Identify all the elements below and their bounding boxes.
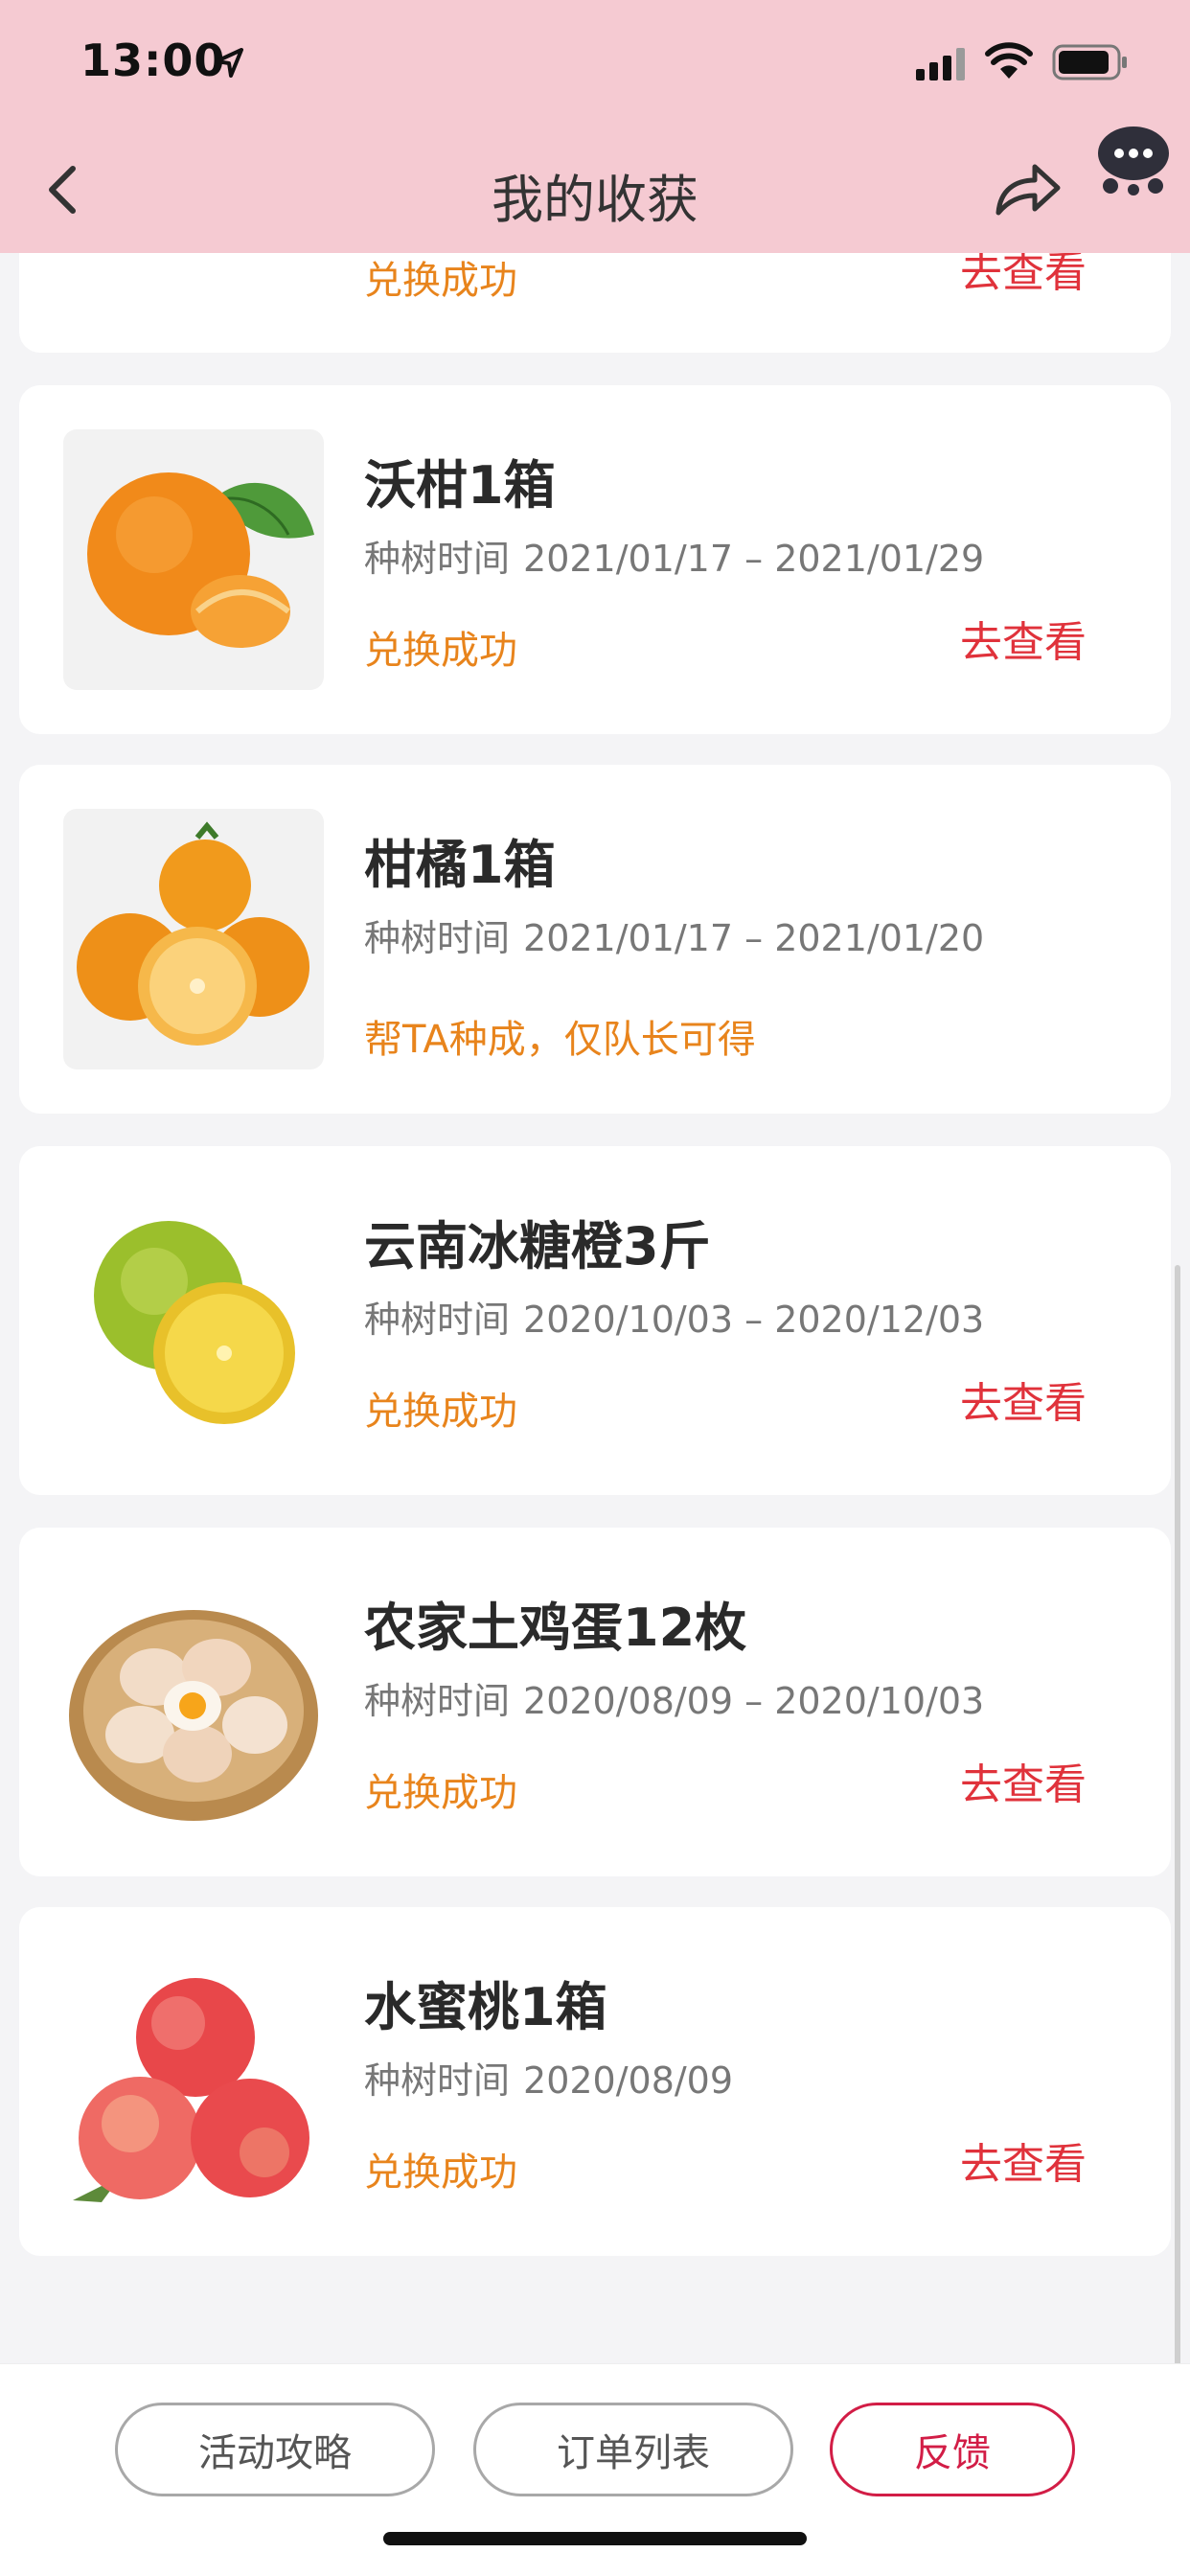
view-link[interactable]: 去查看: [960, 1368, 1087, 1430]
harvest-card[interactable]: 云南冰糖橙3斤 种树时间 2020/10/03 – 2020/12/03 兑换成功…: [19, 1146, 1171, 1495]
period-dates: 2020/10/03 – 2020/12/03: [523, 1299, 985, 1341]
harvest-card[interactable]: 水蜜桃1箱 种树时间 2020/08/09 兑换成功 去查看: [19, 1907, 1171, 2256]
cellular-signal-icon: [916, 48, 965, 80]
plant-period: 种树时间 2021/01/17 – 2021/01/20: [364, 908, 984, 961]
plant-period: 种树时间 2020/08/09 – 2020/10/03: [364, 1671, 984, 1724]
product-title: 云南冰糖橙3斤: [364, 1216, 711, 1276]
status-text: 兑换成功: [364, 2150, 517, 2195]
feedback-button[interactable]: 反馈: [830, 2403, 1075, 2496]
product-image: [63, 1572, 324, 1832]
period-dates: 2020/08/09 – 2020/10/03: [523, 1680, 985, 1722]
status-time: 13:00: [80, 34, 226, 86]
status-text: 兑换成功: [364, 629, 517, 673]
app-header: 13:00 我的收获: [0, 0, 1190, 253]
product-title: 柑橘1箱: [364, 835, 556, 895]
period-label: 种树时间: [364, 538, 511, 580]
more-bubble-icon[interactable]: [1096, 125, 1171, 196]
harvest-card[interactable]: 柑橘1箱 种树时间 2021/01/17 – 2021/01/20 帮TA种成，仅…: [19, 765, 1171, 1114]
guide-button[interactable]: 活动攻略: [115, 2403, 435, 2496]
status-text: 兑换成功: [364, 1390, 517, 1434]
home-indicator: [383, 2532, 807, 2545]
product-image: [63, 1951, 324, 2212]
period-dates: 2021/01/17 – 2021/01/20: [523, 917, 985, 959]
share-icon[interactable]: [993, 159, 1064, 220]
period-label: 种树时间: [364, 1299, 511, 1341]
status-bar: 13:00: [0, 0, 1190, 126]
period-label: 种树时间: [364, 2059, 511, 2102]
view-link[interactable]: 去查看: [960, 608, 1087, 669]
location-arrow-icon: [215, 48, 243, 78]
status-text: 帮TA种成，仅队长可得: [364, 1018, 756, 1062]
period-label: 种树时间: [364, 1680, 511, 1722]
wifi-icon: [985, 42, 1033, 79]
plant-period: 种树时间 2020/10/03 – 2020/12/03: [364, 1290, 984, 1343]
battery-icon: [1052, 44, 1127, 80]
product-image: [63, 429, 324, 690]
product-image: [63, 1190, 324, 1451]
status-text: 兑换成功: [364, 259, 517, 303]
harvest-card[interactable]: 沃柑1箱 种树时间 2021/01/17 – 2021/01/29 兑换成功 去查…: [19, 385, 1171, 734]
product-title: 水蜜桃1箱: [364, 1977, 607, 2037]
view-link[interactable]: 去查看: [960, 2129, 1087, 2191]
period-dates: 2021/01/17 – 2021/01/29: [523, 538, 985, 580]
period-label: 种树时间: [364, 917, 511, 959]
view-link[interactable]: 去查看: [960, 1750, 1087, 1811]
period-dates: 2020/08/09: [523, 2059, 734, 2102]
product-title: 农家土鸡蛋12枚: [364, 1598, 747, 1658]
product-title: 沃柑1箱: [364, 455, 556, 516]
order-list-button[interactable]: 订单列表: [473, 2403, 793, 2496]
harvest-card[interactable]: 农家土鸡蛋12枚 种树时间 2020/08/09 – 2020/10/03 兑换成…: [19, 1528, 1171, 1876]
product-image: [63, 809, 324, 1070]
scrollbar[interactable]: [1175, 1265, 1180, 2367]
plant-period: 种树时间 2021/01/17 – 2021/01/29: [364, 529, 984, 582]
status-text: 兑换成功: [364, 1771, 517, 1815]
plant-period: 种树时间 2020/08/09: [364, 2051, 733, 2104]
